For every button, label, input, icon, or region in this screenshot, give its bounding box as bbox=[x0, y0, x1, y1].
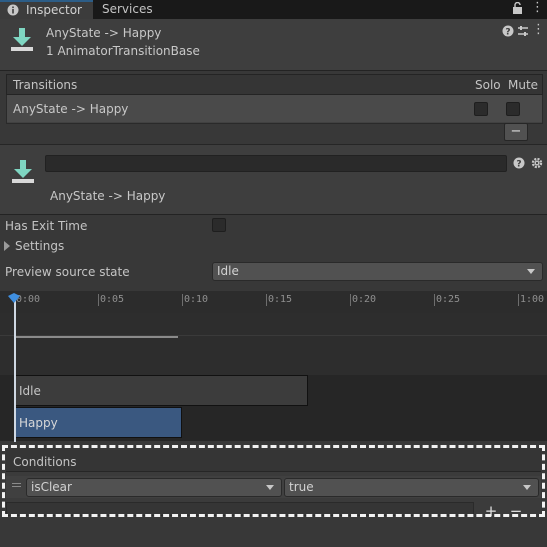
timeline-tick-line bbox=[182, 294, 183, 306]
settings-foldout-label[interactable]: Settings bbox=[15, 239, 64, 253]
transition-down-arrow-icon bbox=[12, 160, 34, 183]
solo-column-label: Solo bbox=[475, 78, 501, 92]
timeline-tick-label: 0:15 bbox=[268, 294, 293, 305]
kebab-menu-icon[interactable]: ⋮ bbox=[531, 1, 544, 14]
transition-row-label: AnyState -> Happy bbox=[13, 102, 129, 116]
transition-timeline[interactable]: Idle Happy bbox=[0, 291, 547, 441]
timeline-playhead[interactable] bbox=[14, 299, 16, 442]
transition-header: ? AnyState -> Happy bbox=[0, 144, 547, 215]
has-exit-time-label: Has Exit Time bbox=[5, 219, 88, 233]
preset-icon[interactable] bbox=[517, 25, 529, 37]
timeline-tick-line bbox=[434, 294, 435, 306]
timeline-tick-line bbox=[350, 294, 351, 306]
preview-source-dropdown[interactable]: Idle bbox=[212, 262, 543, 281]
info-icon bbox=[7, 4, 19, 16]
state-bar-happy-label: Happy bbox=[19, 416, 58, 430]
transitions-header-label: Transitions bbox=[13, 78, 78, 92]
mute-column-label: Mute bbox=[508, 78, 539, 92]
conditions-highlight-outline bbox=[2, 445, 545, 517]
header-title: AnyState -> Happy bbox=[46, 26, 162, 40]
tab-inspector-label: Inspector bbox=[26, 3, 82, 17]
transitions-list-header: Transitions Solo Mute bbox=[6, 74, 543, 95]
transition-name-field[interactable] bbox=[45, 155, 507, 172]
playhead-marker-icon[interactable] bbox=[8, 293, 20, 303]
svg-text:?: ? bbox=[505, 28, 510, 38]
timeline-tick-label: 0:25 bbox=[436, 294, 461, 305]
transition-curve bbox=[14, 336, 178, 338]
timeline-states-area: Idle Happy bbox=[0, 375, 547, 441]
state-bar-happy[interactable]: Happy bbox=[14, 407, 182, 438]
mute-checkbox[interactable] bbox=[506, 102, 520, 116]
lock-icon[interactable] bbox=[512, 1, 523, 17]
has-exit-time-checkbox[interactable] bbox=[212, 218, 226, 232]
tab-inspector[interactable]: Inspector bbox=[0, 0, 93, 19]
transition-down-arrow-icon bbox=[11, 28, 33, 51]
preview-source-value: Idle bbox=[217, 264, 239, 278]
svg-text:?: ? bbox=[516, 160, 521, 170]
inspector-header: AnyState -> Happy 1 AnimatorTransitionBa… bbox=[0, 19, 547, 71]
state-bar-idle[interactable]: Idle bbox=[14, 375, 308, 406]
header-subtitle: 1 AnimatorTransitionBase bbox=[46, 44, 200, 58]
timeline-tick-label: 0:20 bbox=[352, 294, 377, 305]
timeline-tick-label: 0:05 bbox=[100, 294, 125, 305]
timeline-tick-line bbox=[266, 294, 267, 306]
preview-source-label: Preview source state bbox=[5, 265, 130, 279]
gear-icon[interactable] bbox=[531, 157, 543, 169]
timeline-ticks: 0:00 0:05 0:10 0:15 0:20 0:25 1:00 bbox=[0, 291, 547, 313]
kebab-menu-icon[interactable]: ⋮ bbox=[532, 23, 545, 36]
foldout-arrow-icon[interactable] bbox=[4, 241, 10, 251]
help-icon[interactable]: ? bbox=[513, 157, 525, 170]
tab-services[interactable]: Services bbox=[102, 2, 153, 16]
remove-transition-button[interactable]: − bbox=[504, 123, 528, 141]
timeline-tick-label: 0:10 bbox=[184, 294, 209, 305]
solo-checkbox[interactable] bbox=[474, 102, 488, 116]
timeline-curve-area bbox=[0, 313, 547, 375]
transition-row[interactable]: AnyState -> Happy bbox=[7, 95, 542, 122]
timeline-tick-line bbox=[98, 294, 99, 306]
help-icon[interactable]: ? bbox=[502, 25, 514, 38]
transition-caption: AnyState -> Happy bbox=[50, 189, 166, 203]
chevron-down-icon bbox=[527, 269, 535, 274]
state-bar-idle-label: Idle bbox=[19, 384, 41, 398]
timeline-tick-line bbox=[518, 294, 519, 306]
timeline-tick-label: 1:00 bbox=[520, 294, 545, 305]
